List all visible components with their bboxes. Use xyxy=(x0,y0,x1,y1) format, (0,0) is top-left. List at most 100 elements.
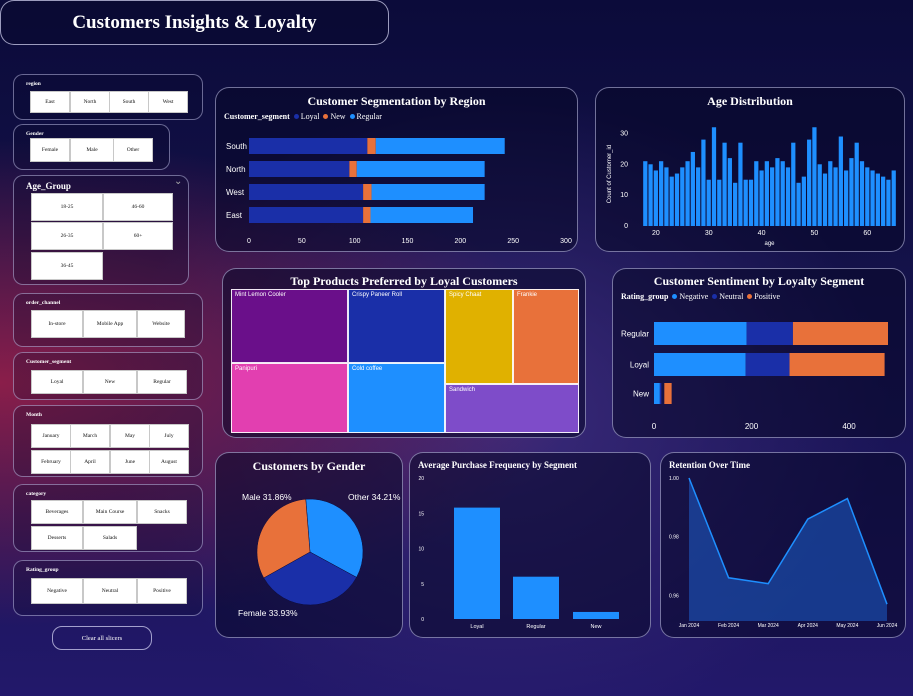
age-bar xyxy=(791,142,796,226)
slicer-option[interactable]: Beverages xyxy=(31,500,83,524)
gender-chart: Other 34.21% Female 33.93% Male 31.86% xyxy=(238,492,401,618)
slicer-option[interactable]: Neutral xyxy=(83,578,137,604)
ret-x-label: May 2024 xyxy=(836,623,858,629)
slicer-option[interactable]: June xyxy=(110,450,150,474)
age-y-tick: 30 xyxy=(620,130,628,137)
sent-bar-negative xyxy=(654,383,660,404)
slicer-option[interactable]: Website xyxy=(137,310,185,338)
sent-bar-positive xyxy=(664,383,672,404)
sent-category-label: New xyxy=(633,390,649,399)
treemap-tile-label: Mint Lemon Cooler xyxy=(235,292,286,298)
treemap-tile-label: Frankie xyxy=(517,292,538,298)
slicer-option[interactable]: 18-25 xyxy=(31,193,103,221)
gender-panel: Customers by Gender Other 34.21% Female 3… xyxy=(215,452,403,638)
sent-bar-positive xyxy=(789,353,885,376)
seg-x-tick: 300 xyxy=(560,238,572,245)
slicer-option[interactable]: In-store xyxy=(31,310,83,338)
slicer-option[interactable]: 46-60 xyxy=(103,193,173,221)
retention-panel: Retention Over Time 1.00 0.98 0.96 Jan 2024… xyxy=(660,452,906,638)
slicer-option[interactable]: Positive xyxy=(137,578,187,604)
seg-category-label: North xyxy=(226,165,246,174)
age-x-tick: 40 xyxy=(758,230,766,237)
slicer-option[interactable]: 26-35 xyxy=(31,222,103,250)
seg-bar-new xyxy=(363,184,372,200)
age-bar xyxy=(775,158,780,226)
sentiment-chart: Regular Loyal New 0 200 400 xyxy=(621,322,888,431)
slicer-option[interactable]: 36-45 xyxy=(31,252,103,280)
slicer-option[interactable]: Negative xyxy=(31,578,83,604)
age-bar xyxy=(886,179,891,226)
slicer-option[interactable]: New xyxy=(83,370,137,394)
slicer-option[interactable]: 60+ xyxy=(103,222,173,250)
freq-bar xyxy=(454,507,500,619)
slicer-option[interactable]: August xyxy=(149,450,189,474)
seg-bar-regular xyxy=(356,161,485,177)
freq-y-tick: 10 xyxy=(418,547,424,553)
seg-category-label: West xyxy=(226,188,245,197)
age-bar xyxy=(743,179,748,226)
age-bar xyxy=(696,167,701,226)
slicer-option[interactable]: Salads xyxy=(83,526,137,550)
slicer-option[interactable]: April xyxy=(70,450,110,474)
clear-all-slicers-button[interactable]: Clear all slicers xyxy=(52,626,152,650)
slicer-label: region xyxy=(26,81,41,87)
age-bar xyxy=(881,176,886,226)
slicer-option[interactable]: West xyxy=(148,91,188,113)
slicer-option[interactable]: March xyxy=(70,424,110,448)
ret-x-label: Jan 2024 xyxy=(679,623,700,629)
retention-chart: 1.00 0.98 0.96 Jan 2024 Feb 2024 Mar 2024 Apr … xyxy=(669,476,898,629)
age-panel: Age Distribution 0 10 20 30 20 30 40 50 60 age Cou… xyxy=(595,87,905,252)
treemap-tile: Frankie xyxy=(513,289,579,384)
dashboard-title: Customers Insights & Loyalty xyxy=(72,11,317,33)
slicer-option[interactable]: Mobile App xyxy=(83,310,137,338)
age-bar xyxy=(849,158,854,226)
slicer-option[interactable]: Male xyxy=(70,138,114,162)
age-bar xyxy=(822,173,828,226)
slicer-option[interactable]: July xyxy=(149,424,189,448)
age-bar xyxy=(796,182,801,226)
treemap-tile: Mint Lemon Cooler xyxy=(231,289,348,363)
slicer-option[interactable]: May xyxy=(110,424,150,448)
seg-category-label: South xyxy=(226,142,247,151)
age-bar xyxy=(807,139,812,226)
sent-x-tick: 200 xyxy=(745,422,759,431)
slicer-option[interactable]: Loyal xyxy=(31,370,83,394)
age-bar xyxy=(870,170,875,226)
slicer-option[interactable]: Desserts xyxy=(31,526,83,550)
sent-bar-neutral xyxy=(745,353,790,376)
age-bar xyxy=(733,182,738,226)
sent-x-tick: 400 xyxy=(842,422,856,431)
slicer-option[interactable]: Other xyxy=(113,138,153,162)
treemap-tile-label: Sandwich xyxy=(449,387,476,393)
treemap-chart: Mint Lemon Cooler Crispy Paneer Roll Spicy… xyxy=(231,289,579,433)
seg-bar-loyal xyxy=(249,161,350,177)
freq-y-tick: 15 xyxy=(418,511,424,517)
slicer-option[interactable]: February xyxy=(31,450,71,474)
seg-bar-loyal xyxy=(249,207,364,223)
slicer-option[interactable]: East xyxy=(30,91,70,113)
age-bar xyxy=(748,179,754,226)
treemap-tile-label: Spicy Chaat xyxy=(449,292,482,298)
treemap-tile: Cold coffee xyxy=(348,363,445,433)
slicer-option[interactable]: January xyxy=(31,424,71,448)
freq-x-label: Loyal xyxy=(470,624,483,630)
slicer-option[interactable]: North xyxy=(70,91,110,113)
slicer-option[interactable]: Female xyxy=(30,138,70,162)
frequency-chart: 0 5 10 15 20 Loyal Regular New xyxy=(418,476,619,630)
slicer-option[interactable]: Main Course xyxy=(83,500,137,524)
slicer-option[interactable]: Snacks xyxy=(137,500,187,524)
sent-category-label: Loyal xyxy=(630,361,649,370)
treemap-title: Top Products Preferred by Loyal Customer… xyxy=(290,274,518,288)
freq-x-label: Regular xyxy=(526,624,545,630)
seg-bar-loyal xyxy=(249,184,364,200)
seg-x-tick: 0 xyxy=(247,238,251,245)
slicer-option[interactable]: Regular xyxy=(137,370,187,394)
age-bar xyxy=(780,161,785,226)
age-bar xyxy=(859,161,865,226)
age-bar xyxy=(701,139,706,226)
seg-bar-regular xyxy=(370,207,474,223)
sent-bar-negative xyxy=(654,322,747,345)
chevron-down-icon[interactable]: ⌄ xyxy=(174,176,182,187)
slicer-option[interactable]: South xyxy=(109,91,149,113)
age-bar xyxy=(669,176,674,226)
